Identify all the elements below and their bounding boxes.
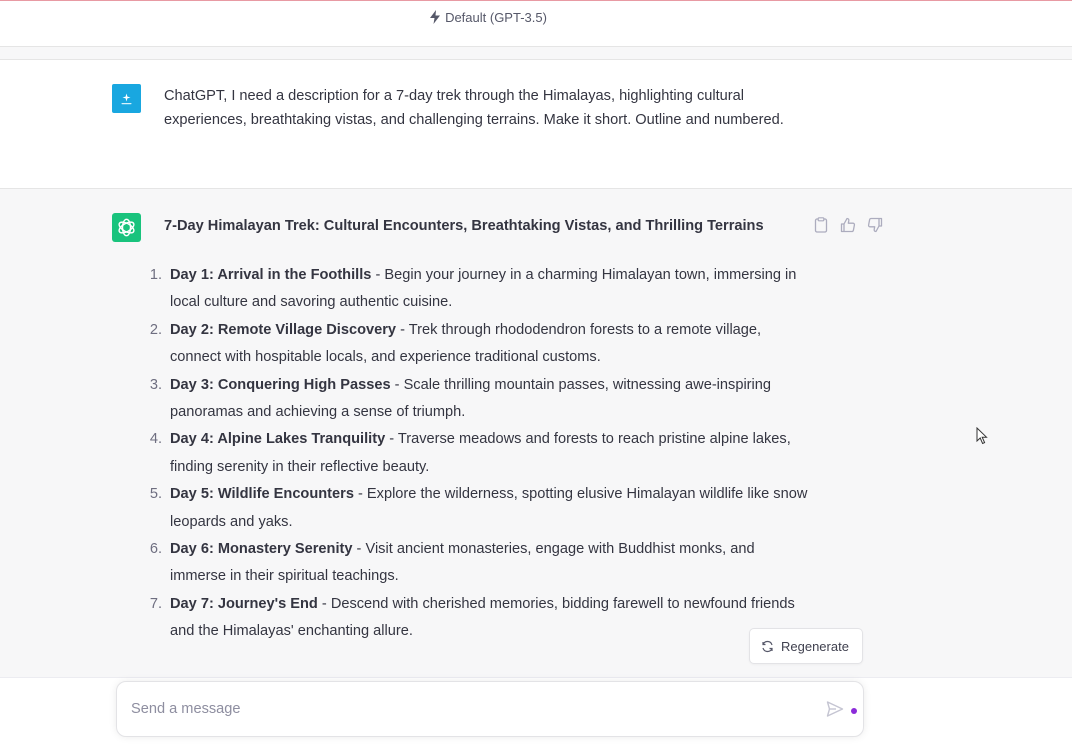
day-title: Day 5: Wildlife Encounters	[170, 486, 354, 503]
gpt-avatar	[112, 213, 141, 242]
user-message: ChatGPT, I need a description for a 7-da…	[0, 60, 1072, 189]
day-title: Day 6: Monastery Serenity	[170, 541, 353, 558]
list-number: 6.	[149, 541, 162, 558]
thumbs-down-icon[interactable]	[866, 216, 884, 234]
list-number: 3.	[149, 376, 162, 393]
message-input[interactable]	[131, 698, 791, 720]
day-title: Day 4: Alpine Lakes Tranquility	[170, 431, 386, 448]
divider-strip	[0, 46, 1072, 60]
day-title: Day 3: Conquering High Passes	[170, 376, 391, 393]
message-actions	[810, 216, 890, 234]
user-avatar-icon	[121, 93, 132, 105]
model-label: Default (GPT-3.5)	[445, 10, 547, 25]
list-number: 2.	[149, 321, 162, 338]
list-number: 7.	[149, 595, 162, 612]
day-title: Day 2: Remote Village Discovery	[170, 321, 397, 338]
list-number: 1.	[149, 267, 162, 283]
list-item: 6. Day 6: Monastery Serenity - Visit anci…	[144, 536, 814, 591]
assistant-message: 7-Day Himalayan Trek: Cultural Encounter…	[0, 189, 1072, 677]
mouse-cursor-icon	[976, 427, 988, 445]
trek-day-list: 1. Day 1: Arrival in the Foothills - Begi…	[144, 262, 814, 646]
user-avatar	[112, 84, 141, 113]
model-selector[interactable]: Default (GPT-3.5)	[0, 10, 976, 25]
list-item: 1. Day 1: Arrival in the Foothills - Begi…	[144, 262, 814, 317]
openai-logo-icon	[118, 218, 135, 237]
user-message-text: ChatGPT, I need a description for a 7-da…	[164, 88, 784, 128]
response-title: 7-Day Himalayan Trek: Cultural Encounter…	[164, 218, 764, 234]
paper-plane-icon	[826, 701, 844, 717]
refresh-icon	[762, 640, 773, 653]
day-title: Day 1: Arrival in the Foothills	[170, 267, 372, 283]
list-item: 2. Day 2: Remote Village Discovery - Trek…	[144, 317, 814, 372]
typing-indicator-dot	[851, 708, 857, 714]
list-item: 7. Day 7: Journey's End - Descend with ch…	[144, 591, 814, 646]
lightning-bolt-icon	[430, 10, 441, 24]
regenerate-button[interactable]: Regenerate	[749, 628, 863, 664]
list-item: 3. Day 3: Conquering High Passes - Scale …	[144, 372, 814, 427]
list-number: 4.	[149, 431, 162, 448]
clipboard-icon[interactable]	[812, 216, 830, 234]
list-item: 5. Day 5: Wildlife Encounters - Explore t…	[144, 481, 814, 536]
day-title: Day 7: Journey's End	[170, 595, 318, 612]
regenerate-label: Regenerate	[781, 639, 849, 654]
list-number: 5.	[149, 486, 162, 503]
thumbs-up-icon[interactable]	[839, 216, 857, 234]
model-bar: Default (GPT-3.5)	[0, 1, 1072, 46]
send-button[interactable]	[826, 698, 850, 720]
list-item: 4. Day 4: Alpine Lakes Tranquility - Trav…	[144, 426, 814, 481]
message-composer	[116, 681, 864, 737]
